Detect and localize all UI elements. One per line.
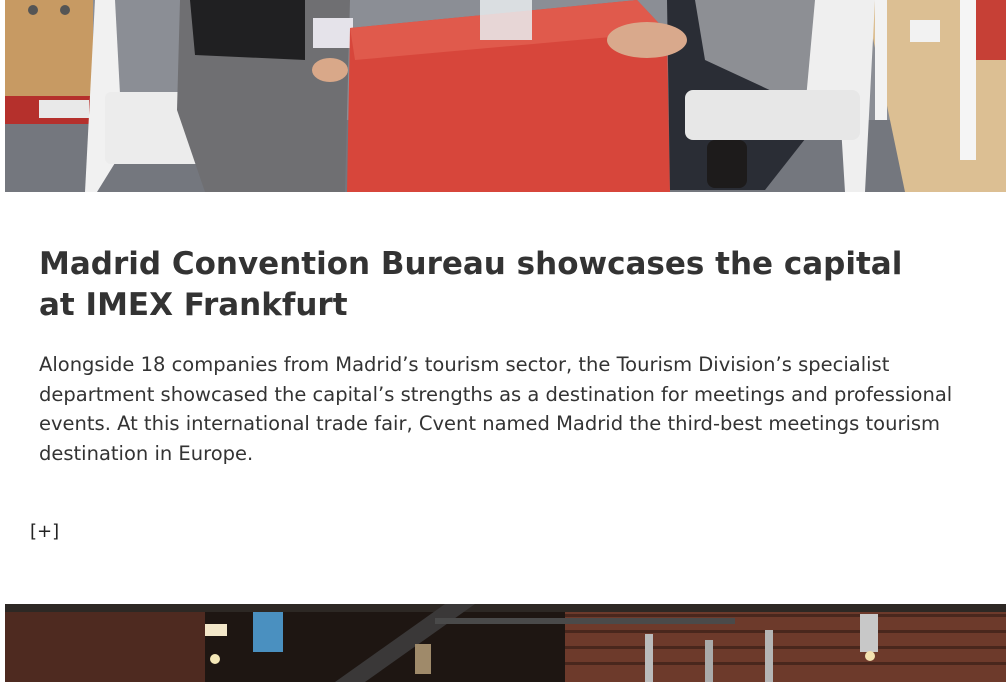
article-summary: Alongside 18 companies from Madrid’s tou… bbox=[39, 353, 953, 465]
article-title: Madrid Convention Bureau showcases the c… bbox=[39, 246, 903, 323]
article-photo-bottom bbox=[5, 604, 1006, 682]
read-more-link[interactable]: [+] bbox=[30, 520, 59, 544]
photo-illustration bbox=[5, 604, 1006, 682]
news-page: Madrid Convention Bureau showcases the c… bbox=[0, 0, 1006, 682]
photo-illustration bbox=[5, 0, 1006, 192]
article-photo-top bbox=[5, 0, 1006, 192]
